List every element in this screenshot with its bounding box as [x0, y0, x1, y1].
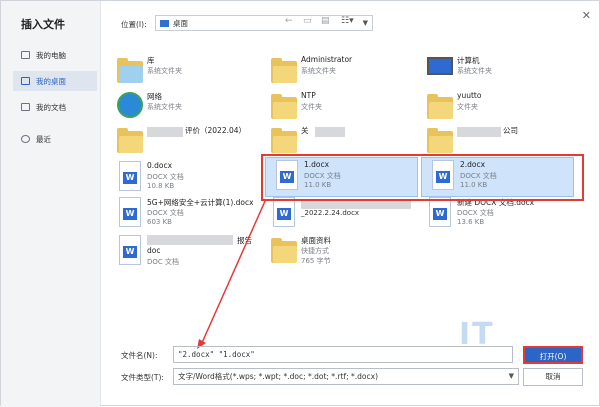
chevron-down-icon: ▼: [508, 372, 514, 380]
insert-file-dialog: 插入文件 我的电脑 我的桌面 我的文档 最近 位置(I): 桌面 ▼ ← ▭ ▤…: [0, 0, 600, 407]
filename-input[interactable]: "2.docx" "1.docx": [173, 346, 513, 363]
filename-label: 文件名(N):: [121, 351, 158, 360]
open-button[interactable]: 打开(O): [523, 346, 583, 364]
cancel-button[interactable]: 取消: [523, 368, 583, 386]
filetype-value: 文字/Word格式(*.wps; *.wpt; *.doc; *.dot; *.…: [178, 372, 378, 381]
filetype-label: 文件类型(T):: [121, 373, 164, 382]
filetype-select[interactable]: 文字/Word格式(*.wps; *.wpt; *.doc; *.dot; *.…: [173, 368, 519, 385]
